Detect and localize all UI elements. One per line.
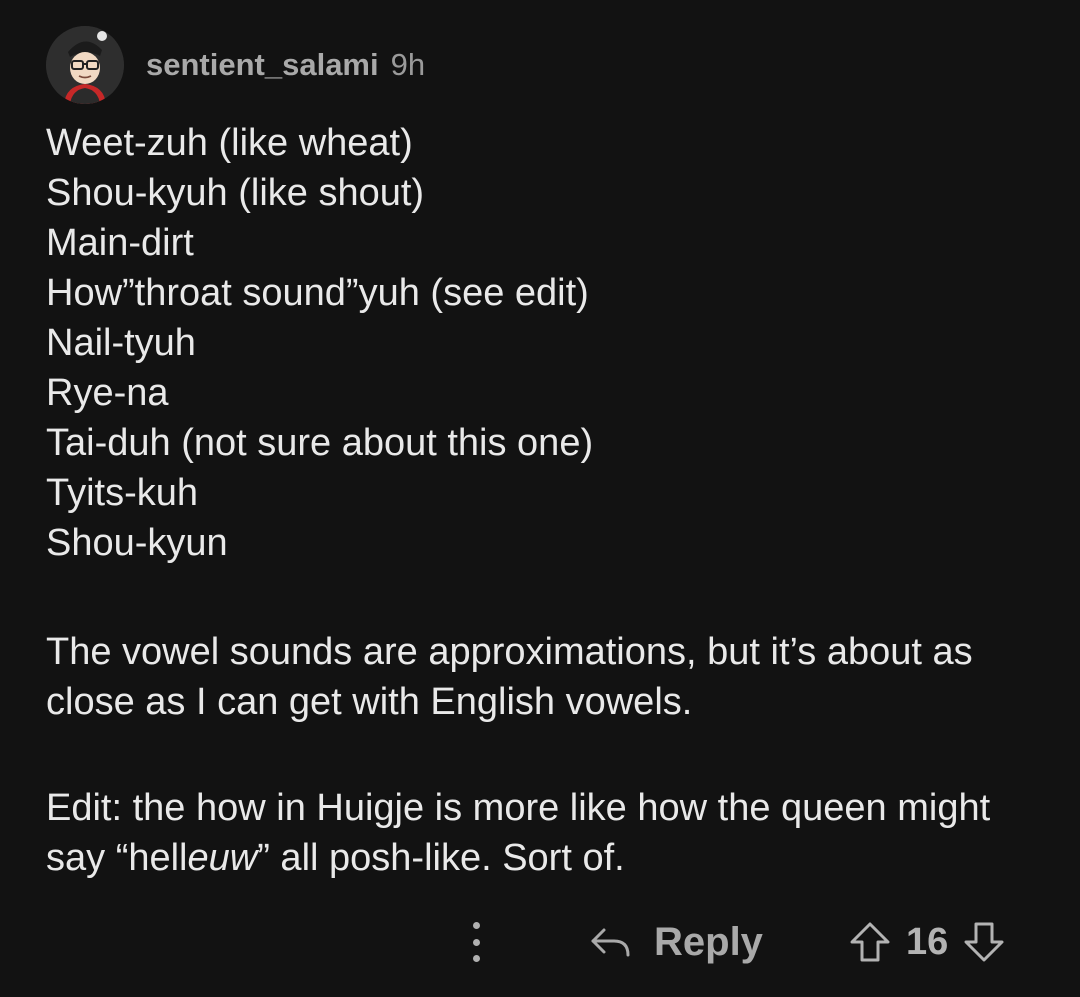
more-options-button[interactable] bbox=[462, 922, 490, 962]
edit-text-italic: euw bbox=[187, 837, 258, 879]
vote-score: 16 bbox=[906, 920, 949, 963]
downvote-arrow-icon[interactable] bbox=[962, 920, 1006, 964]
comment-meta: sentient_salami 9h bbox=[146, 47, 425, 83]
reply-button[interactable]: Reply bbox=[588, 916, 763, 968]
comment-actions: Reply 16 bbox=[0, 910, 1080, 974]
comment-paragraph: The vowel sounds are approximations, but… bbox=[46, 627, 1036, 727]
author-username[interactable]: sentient_salami bbox=[146, 47, 379, 83]
comment-line: How”throat sound”yuh (see edit) bbox=[46, 272, 589, 314]
reply-arrow-icon bbox=[588, 924, 632, 960]
comment-line: Shou-kyun bbox=[46, 522, 228, 564]
comment-line: Tai-duh (not sure about this one) bbox=[46, 422, 594, 464]
comment-line: Rye-na bbox=[46, 372, 169, 414]
comment-header: sentient_salami 9h bbox=[46, 25, 425, 105]
comment-line: Main-dirt bbox=[46, 222, 194, 264]
avatar-image bbox=[46, 26, 124, 104]
edit-text-suffix: ” all posh-like. Sort of. bbox=[257, 837, 625, 879]
comment-age: 9h bbox=[390, 47, 426, 82]
vote-controls: 16 bbox=[848, 916, 1006, 968]
upvote-arrow-icon[interactable] bbox=[848, 920, 892, 964]
reply-label: Reply bbox=[654, 919, 763, 964]
comment-line: Weet-zuh (like wheat) bbox=[46, 122, 413, 164]
avatar[interactable] bbox=[46, 26, 124, 104]
comment-line: Shou-kyuh (like shout) bbox=[46, 172, 425, 214]
comment-card: sentient_salami 9h Weet-zuh (like wheat)… bbox=[0, 0, 1080, 997]
edit-paragraph: Edit: the how in Huigje is more like how… bbox=[46, 783, 1036, 883]
edit-text: Edit: the how in Huigje is more like how… bbox=[46, 783, 1036, 883]
more-vertical-icon bbox=[472, 922, 480, 929]
comment-line: Tyits-kuh bbox=[46, 472, 199, 514]
paragraph-text: The vowel sounds are approximations, but… bbox=[46, 631, 973, 723]
comment-line: Nail-tyuh bbox=[46, 322, 196, 364]
comment-body: Weet-zuh (like wheat) Shou-kyuh (like sh… bbox=[46, 118, 1036, 921]
